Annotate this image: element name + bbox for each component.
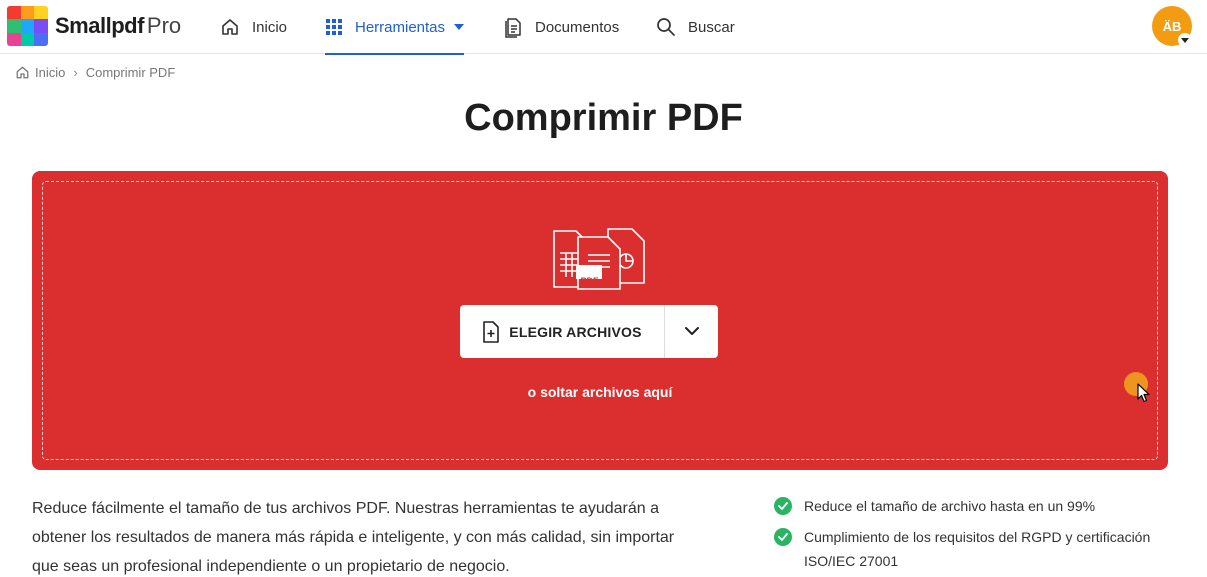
feature-text: Cumplimiento de los requisitos del RGPD … [804, 529, 1151, 569]
brand-tier: Pro [146, 13, 182, 38]
feature-item: Cumplimiento de los requisitos del RGPD … [774, 525, 1174, 573]
search-icon [657, 18, 675, 36]
mouse-pointer-icon [1137, 383, 1150, 403]
nav-documents[interactable]: Documentos [503, 0, 619, 54]
logo-tile [7, 6, 21, 20]
pdf-badge: PDF [580, 276, 599, 286]
choose-source-dropdown[interactable] [665, 305, 718, 358]
chevron-down-icon [454, 24, 465, 30]
breadcrumb-current: Comprimir PDF [85, 65, 176, 80]
home-icon [222, 19, 238, 35]
file-dropzone[interactable]: PDF ELEGIR ARCHIVOS o soltar archivos aq… [32, 171, 1168, 470]
smallpdf-logo[interactable]: Smallpdf Pro [7, 6, 181, 46]
drop-files-hint: o soltar archivos aquí [527, 384, 673, 400]
check-circle-icon [774, 528, 792, 546]
nav-documents-label: Documentos [535, 18, 620, 36]
logo-tile [20, 6, 35, 20]
documents-icon [505, 18, 521, 38]
smallpdf-logo-mark [7, 6, 48, 46]
logo-tile [7, 32, 21, 46]
breadcrumb-separator: › [73, 65, 78, 80]
chevron-down-icon [684, 327, 699, 335]
choose-files-button-group: ELEGIR ARCHIVOS [460, 305, 718, 358]
feature-item: Reduce el tamaño de archivo hasta en un … [774, 494, 1174, 518]
logo-tile [20, 19, 35, 33]
nav-home[interactable]: Inicio [220, 0, 287, 54]
logo-tile [34, 19, 48, 33]
choose-files-button[interactable]: ELEGIR ARCHIVOS [460, 305, 664, 358]
choose-files-label: ELEGIR ARCHIVOS [509, 323, 642, 340]
feature-list: Reduce el tamaño de archivo hasta en un … [774, 494, 1174, 573]
logo-tile [34, 32, 48, 46]
nav-search[interactable]: Buscar [656, 0, 735, 54]
brand-name: Smallpdf [55, 13, 144, 38]
add-file-icon [483, 320, 500, 343]
top-navigation-bar: Smallpdf Pro Inicio Herramientas Documen… [0, 0, 1207, 55]
nav-tools[interactable]: Herramientas [325, 0, 465, 55]
logo-tile [34, 6, 48, 20]
home-icon [16, 66, 29, 79]
grid-icon [326, 19, 342, 35]
breadcrumb-home[interactable]: Inicio [35, 65, 65, 80]
nav-home-label: Inicio [252, 18, 288, 36]
nav-search-label: Buscar [688, 18, 735, 36]
logo-tile [7, 19, 21, 33]
tool-description: Reduce fácilmente el tamaño de tus archi… [32, 500, 675, 575]
check-circle-icon [774, 497, 792, 515]
feature-text: Reduce el tamaño de archivo hasta en un … [804, 498, 1096, 514]
page-title: Comprimir PDF [464, 97, 743, 139]
active-tab-indicator [325, 53, 465, 55]
breadcrumb: Inicio › Comprimir PDF [15, 65, 175, 80]
nav-tools-label: Herramientas [355, 18, 446, 36]
logo-tile [20, 32, 35, 46]
user-initials: ÄB [1162, 18, 1182, 34]
avatar-menu-icon[interactable] [1178, 33, 1192, 47]
